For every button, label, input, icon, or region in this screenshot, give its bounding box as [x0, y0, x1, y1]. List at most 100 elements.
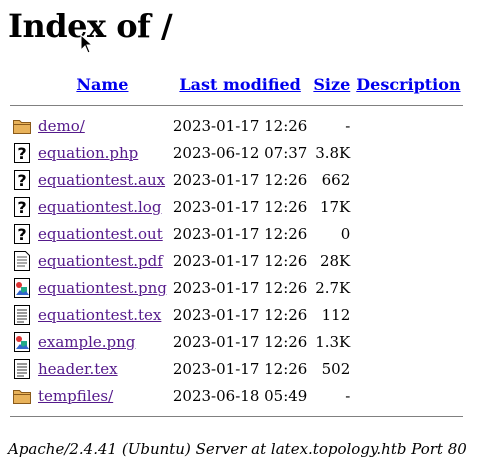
table-row: ? equationtest.out 2023-01-17 12:26 0 [10, 220, 463, 247]
mouse-cursor-icon [80, 34, 94, 54]
size-column-header[interactable]: Size [311, 70, 352, 98]
file-link[interactable]: tempfiles/ [38, 387, 113, 405]
text-file-icon [12, 358, 32, 380]
table-row: equationtest.tex 2023-01-17 12:26 112 [10, 301, 463, 328]
file-link[interactable]: equationtest.log [38, 198, 161, 216]
name-cell[interactable]: equationtest.out [36, 220, 169, 247]
description-cell [354, 193, 462, 220]
icon-cell [10, 328, 34, 355]
modified-cell: 2023-06-18 05:49 [172, 386, 308, 405]
file-link[interactable]: example.png [38, 333, 135, 351]
server-signature: Apache/2.4.41 (Ubuntu) Server at latex.t… [8, 440, 467, 458]
icon-cell: ? [10, 166, 34, 193]
modified-cell: 2023-01-17 12:26 [172, 224, 308, 243]
svg-text:?: ? [17, 171, 26, 190]
unknown-file-icon: ? [12, 169, 32, 191]
table-row: ? equationtest.log 2023-01-17 12:26 17K [10, 193, 463, 220]
svg-text:?: ? [17, 225, 26, 244]
table-row: ? equation.php 2023-06-12 07:37 3.8K [10, 139, 463, 166]
svg-text:?: ? [17, 198, 26, 217]
description-cell [354, 220, 462, 247]
icon-cell [10, 112, 34, 139]
icon-cell [10, 274, 34, 301]
file-link[interactable]: demo/ [38, 117, 85, 135]
size-cell: 17K [319, 197, 351, 216]
name-cell[interactable]: equationtest.log [36, 193, 169, 220]
modified-cell: 2023-01-17 12:26 [172, 278, 308, 297]
file-link[interactable]: equationtest.png [38, 279, 167, 297]
modified-cell: 2023-06-12 07:37 [172, 143, 308, 162]
modified-cell: 2023-01-17 12:26 [172, 116, 308, 135]
description-cell [354, 274, 462, 301]
name-cell[interactable]: equationtest.aux [36, 166, 169, 193]
size-cell: 3.8K [315, 143, 351, 162]
image-file-icon [12, 277, 32, 299]
table-row: demo/2023-01-17 12:26 - [10, 112, 463, 139]
file-link[interactable]: equationtest.aux [38, 171, 165, 189]
table-row: equationtest.pdf 2023-01-17 12:26 28K [10, 247, 463, 274]
svg-text:?: ? [17, 144, 26, 163]
description-cell [354, 382, 462, 409]
name-cell[interactable]: equation.php [36, 139, 169, 166]
file-link[interactable]: equationtest.pdf [38, 252, 163, 270]
size-cell: 0 [340, 224, 351, 243]
size-cell: 2.7K [315, 278, 351, 297]
modified-cell: 2023-01-17 12:26 [172, 332, 308, 351]
modified-cell: 2023-01-17 12:26 [172, 359, 308, 378]
icon-cell: ? [10, 139, 34, 166]
modified-column-header[interactable]: Last modified [171, 70, 309, 98]
file-link[interactable]: header.tex [38, 360, 118, 378]
name-cell[interactable]: equationtest.pdf [36, 247, 169, 274]
icon-cell [10, 382, 34, 409]
name-cell[interactable]: equationtest.tex [36, 301, 169, 328]
size-cell: 662 [321, 170, 351, 189]
name-cell[interactable]: example.png [36, 328, 169, 355]
size-cell: 28K [319, 251, 351, 270]
name-column-header[interactable]: Name [36, 70, 169, 98]
icon-cell: ? [10, 220, 34, 247]
text-file-icon [12, 304, 32, 326]
description-column-header[interactable]: Description [354, 70, 462, 98]
description-cell [354, 328, 462, 355]
table-row: header.tex 2023-01-17 12:26 502 [10, 355, 463, 382]
sort-by-name-link[interactable]: Name [76, 75, 128, 94]
modified-cell: 2023-01-17 12:26 [172, 305, 308, 324]
sort-by-size-link[interactable]: Size [313, 75, 350, 94]
unknown-file-icon: ? [12, 223, 32, 245]
file-link[interactable]: equation.php [38, 144, 138, 162]
table-row: ? equationtest.aux 2023-01-17 12:26 662 [10, 166, 463, 193]
size-cell: 502 [321, 359, 351, 378]
size-cell: - [345, 116, 351, 135]
icon-cell [10, 301, 34, 328]
description-cell [354, 112, 462, 139]
table-row: equationtest.png 2023-01-17 12:26 2.7K [10, 274, 463, 301]
file-link[interactable]: equationtest.out [38, 225, 163, 243]
icon-cell [10, 247, 34, 274]
modified-cell: 2023-01-17 12:26 [172, 197, 308, 216]
file-link[interactable]: equationtest.tex [38, 306, 161, 324]
image-file-icon [12, 331, 32, 353]
name-cell[interactable]: demo/ [36, 112, 169, 139]
sort-by-modified-link[interactable]: Last modified [179, 75, 300, 94]
icon-cell: ? [10, 193, 34, 220]
unknown-file-icon: ? [12, 196, 32, 218]
description-cell [354, 247, 462, 274]
modified-cell: 2023-01-17 12:26 [172, 251, 308, 270]
description-cell [354, 355, 462, 382]
name-cell[interactable]: tempfiles/ [36, 382, 169, 409]
icon-column-header [10, 70, 34, 98]
modified-cell: 2023-01-17 12:26 [172, 170, 308, 189]
sort-by-description-link[interactable]: Description [356, 75, 460, 94]
top-divider [10, 98, 463, 112]
directory-listing: Name Last modified Size Description demo… [8, 70, 465, 423]
description-cell [354, 139, 462, 166]
name-cell[interactable]: header.tex [36, 355, 169, 382]
table-row: tempfiles/2023-06-18 05:49 - [10, 382, 463, 409]
document-icon [12, 250, 32, 272]
description-cell [354, 166, 462, 193]
bottom-divider [10, 409, 463, 423]
name-cell[interactable]: equationtest.png [36, 274, 169, 301]
size-cell: - [345, 386, 351, 405]
unknown-file-icon: ? [12, 142, 32, 164]
icon-cell [10, 355, 34, 382]
